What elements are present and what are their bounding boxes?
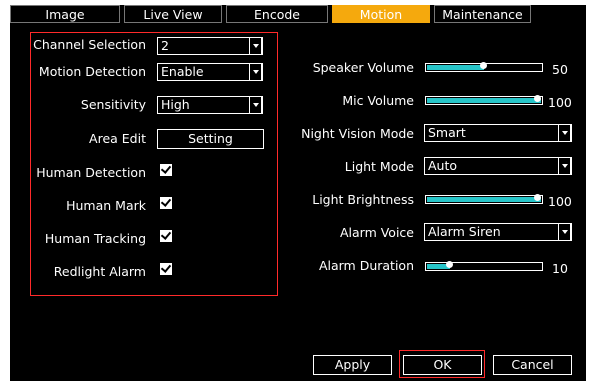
human-detection-label: Human Detection [36,165,146,180]
light-brightness-slider[interactable] [425,194,543,204]
alarm-duration-value: 10 [552,261,568,276]
speaker-volume-value: 50 [552,62,568,77]
sensitivity-dropdown[interactable]: High [157,96,263,114]
chevron-down-icon [558,124,571,142]
redlight-alarm-label: Redlight Alarm [53,264,146,279]
human-detection-checkbox[interactable] [160,164,172,176]
alarm-voice-value: Alarm Siren [428,224,501,239]
mic-volume-label: Mic Volume [342,93,414,108]
redlight-alarm-checkbox[interactable] [160,263,172,275]
mic-volume-fill [427,98,541,103]
alarm-duration-slider[interactable] [425,261,543,271]
chevron-down-icon [558,157,571,175]
sensitivity-value: High [161,97,190,112]
ok-button[interactable]: OK [403,355,482,375]
human-mark-label: Human Mark [66,198,146,213]
light-mode-label: Light Mode [344,159,414,174]
tab-live-view[interactable]: Live View [124,5,222,23]
motion-detection-value: Enable [161,64,204,79]
channel-selection-label: Channel Selection [33,37,146,52]
human-tracking-checkbox[interactable] [160,230,172,242]
alarm-duration-label: Alarm Duration [318,258,414,273]
cancel-button[interactable]: Cancel [493,355,572,375]
light-brightness-knob[interactable] [534,194,541,201]
tab-encode[interactable]: Encode [226,5,328,23]
night-vision-mode-label: Night Vision Mode [301,126,414,141]
night-vision-mode-dropdown[interactable]: Smart [424,124,572,142]
tab-maintenance[interactable]: Maintenance [434,5,531,23]
light-brightness-value: 100 [548,194,572,209]
human-mark-checkbox[interactable] [160,197,172,209]
tab-motion[interactable]: Motion [332,5,430,23]
speaker-volume-fill [427,65,484,70]
chevron-down-icon [558,223,571,241]
chevron-down-icon [249,37,262,55]
mic-volume-slider[interactable] [425,95,543,105]
speaker-volume-knob[interactable] [480,62,487,69]
night-vision-mode-value: Smart [428,125,466,140]
alarm-voice-dropdown[interactable]: Alarm Siren [424,223,572,241]
channel-selection-dropdown[interactable]: 2 [157,37,263,55]
light-brightness-fill [427,197,541,202]
alarm-voice-label: Alarm Voice [339,225,414,240]
speaker-volume-label: Speaker Volume [312,60,414,75]
speaker-volume-slider[interactable] [425,62,543,72]
apply-button[interactable]: Apply [313,355,392,375]
light-mode-dropdown[interactable]: Auto [424,157,572,175]
mic-volume-value: 100 [548,95,572,110]
light-mode-value: Auto [428,158,458,173]
tab-image[interactable]: Image [10,5,120,23]
alarm-duration-knob[interactable] [446,261,453,268]
channel-selection-value: 2 [161,38,169,53]
motion-detection-dropdown[interactable]: Enable [157,63,263,81]
sensitivity-label: Sensitivity [80,97,146,112]
chevron-down-icon [249,96,262,114]
mic-volume-knob[interactable] [534,95,541,102]
human-tracking-label: Human Tracking [44,231,146,246]
chevron-down-icon [249,63,262,81]
motion-detection-label: Motion Detection [38,64,146,79]
light-brightness-label: Light Brightness [312,192,414,207]
area-edit-setting-button[interactable]: Setting [157,129,264,149]
area-edit-label: Area Edit [89,131,146,146]
settings-panel: Image Live View Encode Motion Maintenanc… [10,5,586,381]
